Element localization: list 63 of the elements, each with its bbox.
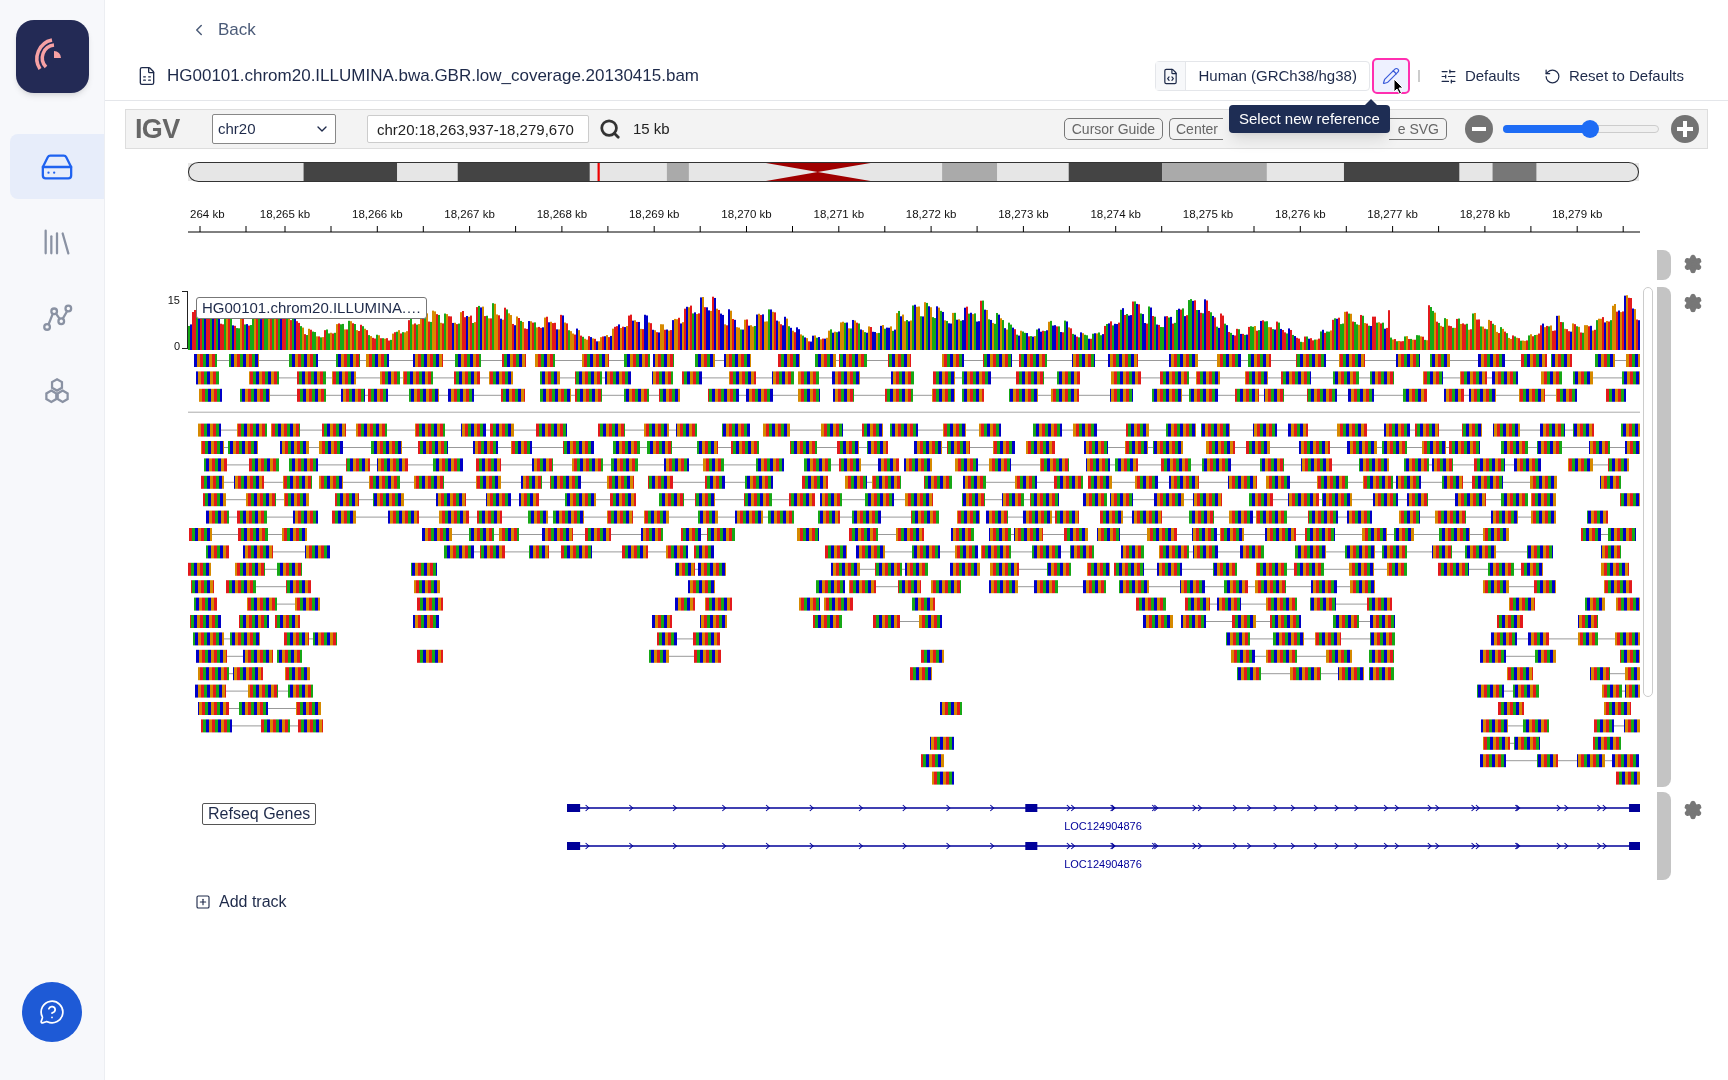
ruler-label: 18,267 kb (444, 208, 495, 220)
ruler-label: 18,266 kb (352, 208, 403, 220)
file-code-icon (1162, 67, 1180, 85)
ruler-label: 18,274 kb (1090, 208, 1141, 220)
igv-logo: IGV (135, 112, 181, 146)
gene-label: LOC124904876 (1063, 819, 1143, 833)
file-title: HG00101.chrom20.ILLUMINA.bwa.GBR.low_coverage.20130415.bam (167, 65, 699, 88)
track-drag-handle[interactable] (1657, 792, 1671, 880)
data-range-max: 15 (167, 293, 180, 308)
settings-icon[interactable] (1683, 800, 1703, 820)
sliders-icon (1439, 67, 1457, 85)
toolbar-button[interactable]: e SVG (1389, 118, 1447, 140)
zoom-slider[interactable] (1503, 120, 1659, 138)
file-icon (137, 66, 157, 86)
edit-reference-button[interactable] (1371, 58, 1410, 94)
zoom-out-button[interactable] (1465, 115, 1493, 143)
settings-icon[interactable] (1683, 293, 1703, 313)
header-action-button[interactable]: Reset to Defaults (1531, 64, 1696, 88)
toolbar-button[interactable]: Center (1169, 118, 1223, 140)
ruler-label: 18,269 kb (628, 208, 680, 220)
track-drag-handle[interactable] (1657, 287, 1671, 787)
minus-icon (1472, 127, 1486, 131)
window-width-label: 15 kb (633, 118, 670, 139)
header-action-button[interactable]: Defaults (1427, 64, 1532, 88)
track-drag-handle[interactable] (1657, 250, 1671, 280)
data-range-min: 0 (173, 338, 180, 354)
ruler-label: 18,273 kb (998, 208, 1049, 220)
ruler-label: 18,268 kb (536, 208, 588, 220)
tooltip-arrow (1363, 99, 1378, 106)
ruler-label: 18,277 kb (1367, 208, 1418, 220)
app-logo-icon[interactable] (15, 20, 89, 93)
ruler-label: 18,272 kb (905, 208, 957, 220)
ruler-label: 18,265 kb (259, 208, 311, 220)
help-chat-icon (39, 999, 65, 1025)
track-name: HG00101.chrom20.ILLUMINA.… (196, 297, 428, 319)
reference-label: Human (GRCh38/hg38) (1197, 65, 1358, 86)
ruler-label: 18,275 kb (1182, 208, 1234, 220)
track-name: Refseq Genes (202, 803, 317, 825)
scrollbar[interactable] (1643, 287, 1653, 697)
nav-item[interactable] (10, 134, 104, 199)
search-icon[interactable] (599, 118, 621, 140)
reference-selector[interactable]: Human (GRCh38/hg38) (1155, 61, 1370, 91)
plus-icon (1677, 121, 1693, 137)
ruler-label: 264 kb (190, 208, 225, 220)
help-chat-button[interactable] (22, 982, 82, 1042)
chromosome-select[interactable]: chr20 (212, 114, 336, 144)
settings-icon[interactable] (1683, 254, 1703, 274)
gene-label: LOC124904876 (1063, 857, 1143, 871)
ruler-label: 18,271 kb (813, 208, 865, 220)
ruler-label: 18,279 kb (1551, 208, 1603, 220)
back-link[interactable]: Back (190, 17, 256, 43)
ruler-label: 18,270 kb (721, 208, 772, 220)
mouse-cursor-icon (1392, 78, 1405, 95)
toolbar-button[interactable]: Cursor Guide (1063, 118, 1163, 140)
pencil-icon (1381, 67, 1400, 85)
reset-icon (1543, 67, 1561, 85)
zoom-in-button[interactable] (1671, 115, 1699, 143)
plus-square-icon (195, 894, 211, 910)
add-track-button[interactable]: Add track (195, 890, 287, 914)
zoom-slider-thumb[interactable] (1581, 120, 1600, 138)
ruler-label: 18,278 kb (1459, 208, 1511, 220)
ruler-label: 18,276 kb (1275, 208, 1326, 220)
locus-field[interactable]: chr20:18,263,937-18,279,670 (367, 115, 589, 143)
